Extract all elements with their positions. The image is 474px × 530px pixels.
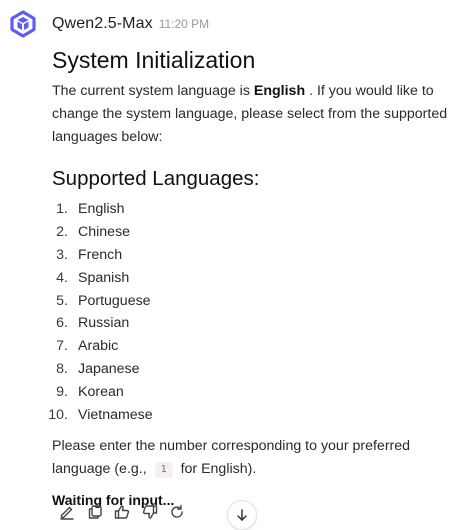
prompt-suffix: for English). [176, 460, 257, 477]
list-item: 1. English [52, 198, 470, 221]
copy-icon[interactable] [86, 503, 104, 521]
chat-page: Qwen2.5-Max 11:20 PM System Initializati… [0, 0, 474, 530]
message-title: System Initialization [52, 47, 256, 73]
language-name: Korean [78, 384, 124, 401]
list-number: 8. [56, 361, 68, 378]
list-item: 2. Chinese [52, 221, 470, 244]
thumbs-down-icon[interactable] [141, 503, 159, 521]
message-actions [58, 503, 196, 521]
language-name: English [78, 201, 125, 217]
list-item: 9. Korean [52, 381, 470, 404]
message-timestamp: 11:20 PM [158, 17, 210, 31]
language-name: Japanese [78, 361, 140, 378]
language-name: Vietnamese [78, 407, 153, 424]
list-number: 10. [48, 407, 68, 424]
intro-prefix: The current system language is [52, 83, 254, 99]
list-number: 3. [56, 246, 68, 263]
list-item: 5. Portuguese [52, 290, 470, 313]
current-language: English [253, 83, 306, 99]
language-name: Russian [78, 315, 130, 332]
edit-icon[interactable] [58, 503, 76, 521]
languages-heading: Supported Languages: [52, 167, 260, 190]
language-name: French [78, 246, 123, 263]
inline-code: 1 [154, 461, 173, 478]
scroll-down-button[interactable] [227, 500, 257, 530]
list-number: 4. [56, 269, 68, 286]
arrow-down-icon [237, 509, 247, 521]
regenerate-icon[interactable] [168, 503, 186, 521]
prompt-paragraph: Please enter the number corresponding to… [52, 435, 470, 481]
message-body: System Initialization The current system… [48, 40, 470, 508]
list-item: 3. French [52, 244, 470, 267]
list-number: 5. [56, 292, 68, 309]
thumbs-up-icon[interactable] [113, 503, 131, 521]
list-number: 1. [56, 201, 68, 217]
list-item: 7. Arabic [52, 335, 470, 358]
list-number: 7. [56, 338, 68, 355]
list-number: 6. [56, 315, 68, 332]
language-name: Portuguese [78, 292, 151, 309]
list-item: 8. Japanese [52, 358, 470, 381]
intro-paragraph: The current system language is English .… [52, 80, 470, 149]
list-item: 10. Vietnamese [48, 404, 470, 427]
list-number: 2. [56, 223, 68, 240]
language-name: Chinese [78, 223, 131, 240]
message-header: Qwen2.5-Max 11:20 PM [8, 9, 209, 39]
list-item: 4. Spanish [52, 267, 470, 290]
list-item: 6. Russian [52, 312, 470, 335]
language-name: Spanish [78, 269, 130, 286]
model-name: Qwen2.5-Max [52, 15, 153, 32]
language-name: Arabic [78, 338, 119, 355]
language-list: 1. English 2. Chinese 3. French 4. Spanish 5… [48, 198, 470, 427]
qwen-logo-icon [8, 9, 38, 39]
list-number: 9. [56, 384, 68, 401]
